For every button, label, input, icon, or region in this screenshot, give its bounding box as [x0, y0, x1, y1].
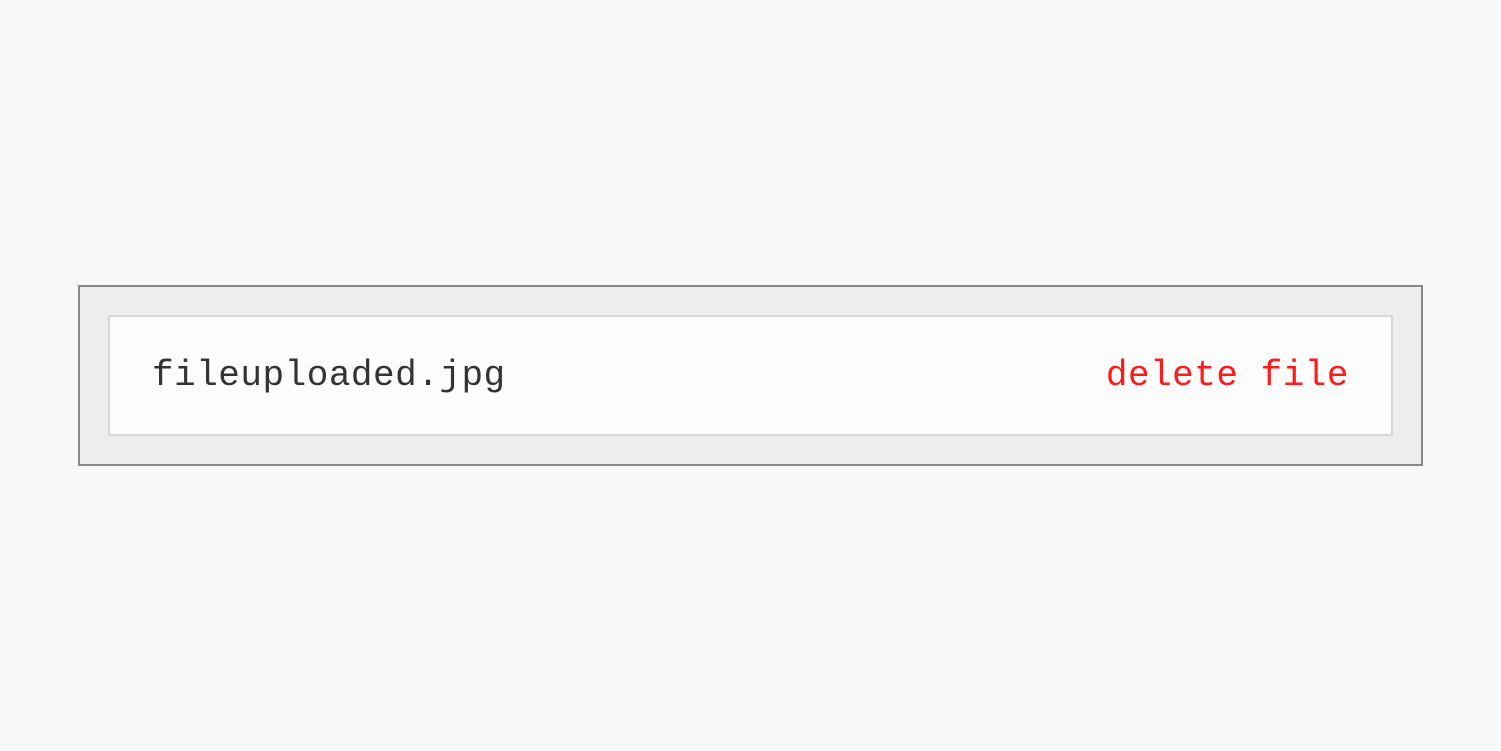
file-name-label: fileuploaded.jpg: [152, 355, 506, 396]
delete-file-button[interactable]: delete file: [1106, 355, 1349, 396]
file-row: fileuploaded.jpg delete file: [108, 315, 1393, 436]
file-upload-container: fileuploaded.jpg delete file: [78, 285, 1423, 466]
